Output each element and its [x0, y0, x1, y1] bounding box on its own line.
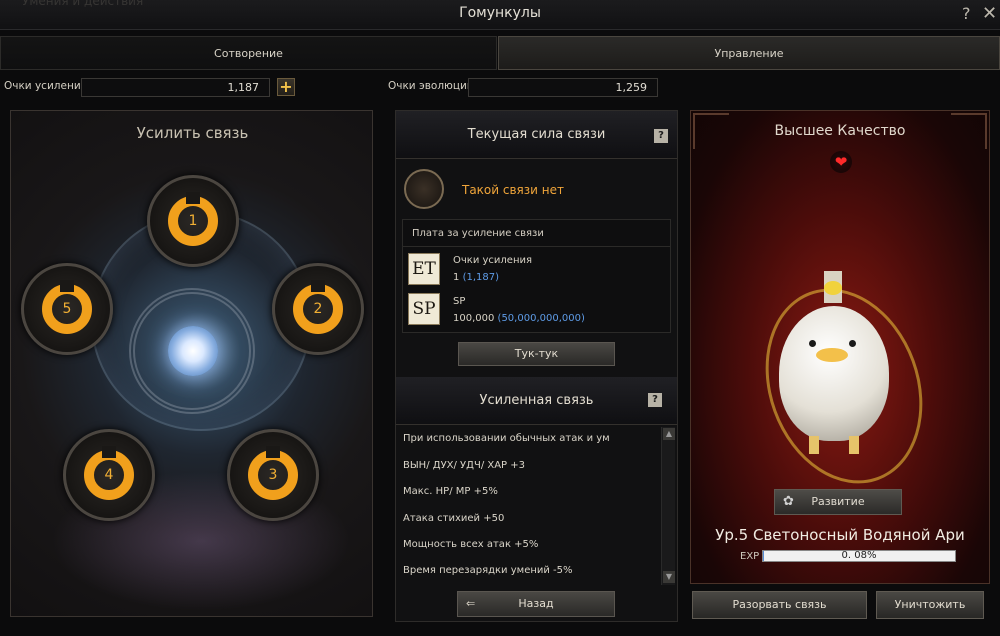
- window-title: Гомункулы: [459, 5, 541, 21]
- quality-title: Высшее Качество: [774, 123, 906, 139]
- enhance-points-icon: ET: [408, 253, 440, 285]
- back-arrow-icon: ⇐: [466, 597, 476, 610]
- cost-name: Очки усиления: [453, 255, 533, 266]
- exp-label: EXP: [740, 551, 760, 562]
- evolution-points-value: 1,259: [468, 78, 658, 97]
- link-node-2-label: 2: [313, 301, 323, 317]
- scroll-down-icon[interactable]: ▼: [663, 571, 675, 583]
- current-link-header: Текущая сила связи: [396, 111, 677, 159]
- tab-bar: Сотворение Управление: [0, 36, 1000, 72]
- link-node-3[interactable]: 3: [227, 429, 319, 521]
- sp-icon: SP: [408, 293, 440, 325]
- homunculus-model: [779, 306, 889, 454]
- back-button[interactable]: ⇐ Назад: [457, 591, 615, 617]
- enhance-link-panel: Усилить связь 1 2 3 4 5: [10, 110, 373, 617]
- exp-value: 0. 08%: [841, 550, 877, 561]
- heart-icon: ❤: [830, 151, 852, 173]
- current-link-help-icon[interactable]: ?: [654, 129, 668, 143]
- enhance-points-label: Очки усиления: [4, 80, 87, 92]
- cost-box: Плата за усиление связи ET Очки усиления…: [402, 219, 671, 333]
- link-emblem-icon: [404, 169, 444, 209]
- evolution-points-label: Очки эволюции: [388, 80, 474, 92]
- help-icon[interactable]: ?: [962, 4, 971, 23]
- scroll-up-icon[interactable]: ▲: [663, 428, 675, 440]
- destroy-button[interactable]: Уничтожить: [876, 591, 984, 619]
- exp-bar: 0. 08%: [762, 550, 956, 562]
- enhanced-link-help-icon[interactable]: ?: [648, 393, 662, 407]
- link-info-panel: Текущая сила связи ? Такой связи нет Пла…: [395, 110, 678, 622]
- enhance-link-title: Усилить связь: [136, 124, 249, 142]
- cost-title: Плата за усиление связи: [412, 228, 544, 239]
- link-node-4[interactable]: 4: [63, 429, 155, 521]
- enhance-points-value: 1,187: [81, 78, 270, 97]
- link-node-1-label: 1: [188, 213, 198, 229]
- link-node-4-label: 4: [104, 467, 114, 483]
- break-link-button[interactable]: Разорвать связь: [692, 591, 867, 619]
- pet-name: Ур.5 Светоносный Водяной Ари: [715, 526, 965, 544]
- stat-scrollbar[interactable]: ▲ ▼: [661, 427, 675, 585]
- tab-management[interactable]: Управление: [498, 36, 1000, 70]
- stat-list: При использовании обычных атак и ум ВЫН/…: [396, 425, 659, 585]
- add-points-button[interactable]: +: [277, 78, 295, 96]
- close-icon[interactable]: ✕: [982, 3, 997, 24]
- evolve-button[interactable]: ✿ Развитие: [774, 489, 902, 515]
- link-node-2[interactable]: 2: [272, 263, 364, 355]
- list-item: При использовании обычных атак и ум: [403, 433, 610, 444]
- evolution-points: Очки эволюции 1,259: [388, 78, 668, 98]
- link-node-1[interactable]: 1: [147, 175, 239, 267]
- link-node-3-label: 3: [268, 467, 278, 483]
- cost-value: 100,000 (50,000,000,000): [453, 313, 585, 324]
- list-item: Время перезарядки умений -5%: [403, 565, 573, 576]
- evolve-icon: ✿: [783, 494, 794, 509]
- cost-value: 1 (1,187): [453, 272, 499, 283]
- enhance-points: Очки усиления 1,187: [0, 78, 300, 98]
- glowing-orb: [168, 326, 218, 376]
- back-button-label: Назад: [518, 597, 554, 610]
- list-item: Мощность всех атак +5%: [403, 539, 539, 550]
- link-node-5-label: 5: [62, 301, 72, 317]
- list-item: Макс. HP/ MP +5%: [403, 486, 498, 497]
- list-item: ВЫН/ ДУХ/ УДЧ/ ХАР +3: [403, 460, 526, 471]
- tab-creation[interactable]: Сотворение: [0, 36, 497, 70]
- cost-name: SP: [453, 296, 466, 307]
- tap-button[interactable]: Тук-тук: [458, 342, 615, 366]
- candle-flame: [824, 281, 842, 295]
- evolve-button-label: Развитие: [811, 495, 865, 508]
- enhanced-link-header: Усиленная связь: [396, 377, 677, 425]
- title-bar: Умения и действия Гомункулы ? ✕: [0, 0, 1000, 30]
- no-link-text: Такой связи нет: [462, 183, 564, 197]
- link-node-5[interactable]: 5: [21, 263, 113, 355]
- list-item: Атака стихией +50: [403, 513, 505, 524]
